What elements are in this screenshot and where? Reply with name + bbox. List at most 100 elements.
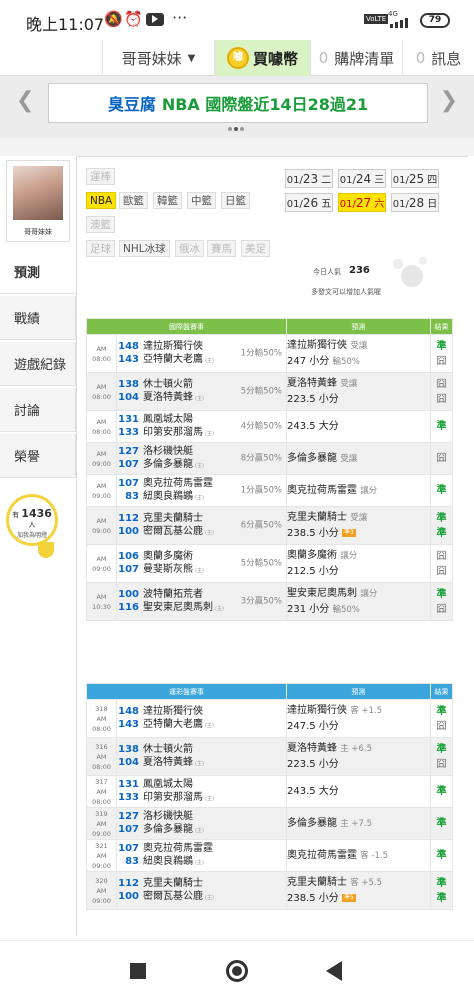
prediction-cell: 奧克拉荷馬雷霆 客 -1.5: [286, 839, 431, 872]
banner-prev-arrow[interactable]: ❮: [16, 88, 34, 113]
handicap-info: 1分贏50%: [240, 485, 282, 495]
league-chip[interactable]: 足球: [86, 240, 115, 257]
banner-message[interactable]: 臭豆腐 NBA 國際盤近14日28過21: [48, 83, 428, 123]
date-month: 01/: [339, 175, 356, 186]
sidebar: 哥哥妹妹 預測 戰績 遊戲紀錄 討論 榮譽 有 1436 人 加我為明燈: [0, 156, 76, 936]
time-cell: 317 AM 08:00: [86, 775, 117, 808]
home-button[interactable]: [226, 960, 248, 982]
sidebar-item-label: 榮譽: [14, 450, 41, 465]
league-chip[interactable]: 日籃: [221, 192, 250, 209]
table-row[interactable]: AM 08:00 131 鳳凰城太陽 133 印第安那溜馬 (主) 4分輸50% 243.5 …: [86, 410, 453, 443]
date-chip[interactable]: 01/23 二: [285, 169, 333, 188]
prediction-cell: 多倫多暴龍 受讓: [286, 442, 431, 475]
table-row[interactable]: 318 AM 08:00 148 達拉斯獨行俠 143 亞特蘭大老鷹 (主) 達拉斯獨行俠 客…: [86, 699, 453, 738]
sidebar-item-record[interactable]: 戰績: [0, 296, 76, 340]
team-name: 鳳凰城太陽: [143, 778, 193, 790]
team-code: 131: [118, 778, 139, 790]
league-chip[interactable]: NHL冰球: [119, 240, 170, 257]
prediction-detail: 受讓: [340, 453, 358, 464]
teams-cell: 148 達拉斯獨行俠 143 亞特蘭大老鷹 (主) 1分輸50%: [116, 334, 287, 373]
league-chip[interactable]: 運棒: [86, 168, 115, 185]
buy-coins-button[interactable]: 噱 買噱幣: [214, 40, 310, 76]
sidebar-item-honor[interactable]: 榮譽: [0, 434, 76, 478]
result-mark: 囧: [436, 720, 447, 732]
table-row[interactable]: 319 AM 09:00 127 洛杉磯快艇 107 多倫多暴龍 (主) 多倫多暴龍 主 +7…: [86, 807, 453, 840]
league-chip[interactable]: 歐籃: [119, 192, 148, 209]
teams-cell: 106 奧蘭多魔術 107 曼斐斯灰熊 (主) 5分輸50%: [116, 544, 287, 583]
date-month: 01/: [286, 199, 303, 210]
team-name: 多倫多暴龍: [143, 458, 193, 470]
league-chip[interactable]: 賽馬: [207, 240, 236, 257]
table-row[interactable]: AM 09:00 107 奧克拉荷馬雷霆 83 紐奧良鵜鶘 (主) 1分贏50% 奧克拉荷馬雷…: [86, 474, 453, 507]
sidebar-item-game-history[interactable]: 遊戲紀錄: [0, 342, 76, 386]
team-line: 107 多倫多暴龍 (主): [117, 823, 286, 838]
table-row[interactable]: AM 09:00 112 克里夫蘭騎士 100 密爾瓦基公鹿 (主) 6分贏50% 克里夫蘭騎…: [86, 506, 453, 545]
profile-card[interactable]: 哥哥妹妹: [6, 160, 70, 242]
banner-next-arrow[interactable]: ❯: [440, 88, 458, 113]
recent-apps-button[interactable]: [130, 963, 146, 979]
prediction-detail: 客 -1.5: [360, 850, 388, 861]
team-code: 127: [118, 445, 139, 457]
sidebar-item-discussion[interactable]: 討論: [0, 388, 76, 432]
popularity-note: 多發文可以增加人氣喔: [311, 288, 381, 296]
home-mark: (主): [195, 494, 204, 501]
cart-button[interactable]: 0 購牌清單: [310, 40, 402, 76]
sidebar-item-predict[interactable]: 預測: [0, 250, 76, 294]
league-chip[interactable]: 美足: [241, 240, 270, 257]
messages-button[interactable]: 0 訊息: [402, 40, 474, 76]
league-chip[interactable]: 韓籃: [153, 192, 182, 209]
date-chip-selected[interactable]: 01/27 六: [338, 193, 386, 212]
teams-cell: 138 休士頓火箭 104 夏洛特黃蜂 (主): [116, 737, 287, 776]
game-time: AM 08:00: [92, 787, 111, 806]
table-row[interactable]: 321 AM 09:00 107 奧克拉荷馬雷霆 83 紐奧良鵜鶘 (主) 奧克拉荷馬雷霆 客…: [86, 839, 453, 872]
table-row[interactable]: 320 AM 09:00 112 克里夫蘭騎士 100 密爾瓦基公鹿 (主) 克里夫蘭騎士 客…: [86, 871, 453, 910]
prediction-pick: 243.5 大分: [287, 785, 339, 797]
status-time: 晚上11:07: [26, 15, 105, 34]
coin-icon: 噱: [226, 47, 249, 69]
back-button[interactable]: [326, 961, 342, 981]
date-chip[interactable]: 01/25 四: [391, 169, 439, 188]
hit-badge: 準3: [342, 528, 356, 537]
date-chip[interactable]: 01/28 日: [391, 193, 439, 212]
prediction-line: 238.5 小分 準5: [287, 891, 430, 907]
league-chip-selected[interactable]: NBA: [86, 192, 117, 209]
league-chip[interactable]: 澳籃: [86, 216, 115, 233]
prediction-line: 223.5 小分: [287, 757, 430, 773]
prediction-cell: 達拉斯獨行俠 客 +1.5 247.5 小分: [286, 699, 431, 738]
date-chip[interactable]: 01/24 三: [338, 169, 386, 188]
result-cell: 準準: [430, 871, 453, 910]
table-row[interactable]: 316 AM 08:00 138 休士頓火箭 104 夏洛特黃蜂 (主) 夏洛特黃蜂 主 +6…: [86, 737, 453, 776]
prediction-line: 多倫多暴龍 主 +7.5: [287, 816, 430, 832]
game-time: AM 09:00: [92, 851, 111, 870]
time-cell: 319 AM 09:00: [86, 807, 117, 840]
user-menu[interactable]: 哥哥妹妹 ▼: [102, 40, 214, 76]
prediction-line: 奧克拉荷馬雷霆 客 -1.5: [287, 848, 430, 864]
online-count-bulb[interactable]: 有 1436 人 加我為明燈: [6, 494, 58, 546]
table-row[interactable]: AM 08:00 138 休士頓火箭 104 夏洛特黃蜂 (主) 5分輸50% 夏洛特黃蜂 受…: [86, 372, 453, 411]
prediction-line: 克里夫蘭騎士 受讓: [287, 510, 430, 526]
league-chip[interactable]: 俄冰: [175, 240, 204, 257]
prediction-pick: 223.5 小分: [287, 393, 339, 405]
result-mark: 囧: [436, 393, 447, 405]
team-name: 多倫多暴龍: [143, 823, 193, 835]
time-cell: AM 09:00: [86, 506, 117, 545]
signal-icon: [390, 18, 412, 28]
time-cell: 318 AM 08:00: [86, 699, 117, 738]
result-mark: 囧: [436, 355, 447, 367]
online-suffix: 人: [28, 521, 36, 529]
table-row[interactable]: AM 10:30 100 波特蘭拓荒者 116 聖安東尼奧馬刺 (主) 3分贏50% 聖安東尼…: [86, 582, 453, 621]
date-day: 25: [408, 172, 425, 186]
team-name: 洛杉磯快艇: [143, 810, 193, 822]
table-row[interactable]: 317 AM 08:00 131 鳳凰城太陽 133 印第安那溜馬 (主) 243.5 大分 …: [86, 775, 453, 808]
team-name: 休士頓火箭: [143, 378, 193, 390]
date-chip[interactable]: 01/26 五: [285, 193, 333, 212]
table-row[interactable]: AM 09:00 106 奧蘭多魔術 107 曼斐斯灰熊 (主) 5分輸50% 奧蘭多魔術 讓…: [86, 544, 453, 583]
table-row[interactable]: AM 09:00 127 洛杉磯快艇 107 多倫多暴龍 (主) 8分贏50% 多倫多暴龍 受…: [86, 442, 453, 475]
prediction-pick: 達拉斯獨行俠: [287, 339, 347, 351]
table-row[interactable]: AM 08:00 148 達拉斯獨行俠 143 亞特蘭大老鷹 (主) 1分輸50% 達拉斯獨行…: [86, 334, 453, 373]
time-cell: AM 09:00: [86, 442, 117, 475]
team-line: 83 紐奧良鵜鶘 (主): [117, 855, 286, 870]
league-chip[interactable]: 中籃: [187, 192, 216, 209]
prediction-pick: 奧克拉荷馬雷霆: [287, 849, 357, 861]
date-day: 23: [302, 172, 319, 186]
